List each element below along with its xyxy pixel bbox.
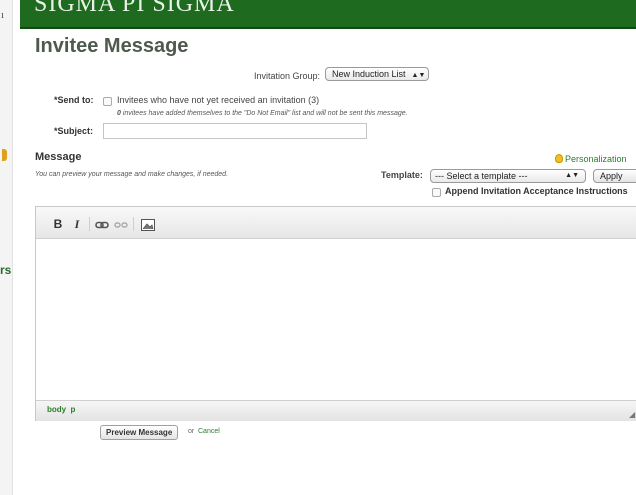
resize-icon[interactable]: ◢ xyxy=(629,410,635,419)
dropdown-arrow-icon: ▲▼ xyxy=(411,72,426,79)
unlink-icon[interactable] xyxy=(114,218,128,236)
do-not-email-note: 0 invitees have added themselves to the … xyxy=(117,110,408,117)
subject-label: *Subject: xyxy=(54,126,94,136)
left-fragment-word: rs xyxy=(0,263,12,277)
apply-template-button[interactable]: Apply xyxy=(593,169,636,183)
append-instructions-label: Append Invitation Acceptance Instruction… xyxy=(445,186,628,196)
message-heading: Message xyxy=(35,151,82,163)
left-fragment-marker xyxy=(2,149,7,161)
link-icon[interactable] xyxy=(95,218,109,236)
toolbar-separator xyxy=(89,217,90,231)
append-instructions-checkbox[interactable] xyxy=(432,188,441,197)
template-label: Template: xyxy=(381,170,423,180)
send-to-option: Invitees who have not yet received an in… xyxy=(117,95,320,105)
cancel-link[interactable]: Cancel xyxy=(198,428,220,435)
header-banner: SIGMA PI SIGMA xyxy=(20,0,636,29)
editor-statusbar xyxy=(36,400,636,421)
invitation-group-selected: New Induction List xyxy=(332,69,406,79)
lightbulb-icon xyxy=(555,154,563,163)
left-page-sliver xyxy=(0,0,13,495)
editor-element-path: body p xyxy=(47,405,76,414)
send-to-checkbox[interactable] xyxy=(103,97,112,106)
or-text: or xyxy=(188,428,195,435)
template-selected: --- Select a template --- xyxy=(435,171,528,181)
invitation-group-select[interactable]: New Induction List ▲▼ xyxy=(325,67,429,81)
image-icon[interactable] xyxy=(141,218,155,236)
preview-message-button[interactable]: Preview Message xyxy=(100,425,179,440)
personalization-link[interactable]: Personalization xyxy=(565,154,627,164)
template-select[interactable]: --- Select a template --- ▲▼ xyxy=(430,169,586,183)
toolbar-separator xyxy=(133,217,134,231)
org-name: SIGMA PI SIGMA xyxy=(34,0,235,17)
italic-icon[interactable]: I xyxy=(70,216,84,232)
do-not-email-text: invitees have added themselves to the "D… xyxy=(120,110,408,117)
dropdown-arrow-icon: ▲▼ xyxy=(565,172,579,179)
page-title: Invitee Message xyxy=(35,35,189,57)
send-to-label: *Send to: xyxy=(54,95,94,105)
subject-input[interactable] xyxy=(103,123,367,139)
left-fragment-glyph: ı xyxy=(1,9,5,21)
bold-icon[interactable]: B xyxy=(51,216,65,232)
invitation-group-label: Invitation Group: xyxy=(254,71,321,81)
message-help-text: You can preview your message and make ch… xyxy=(35,171,229,178)
